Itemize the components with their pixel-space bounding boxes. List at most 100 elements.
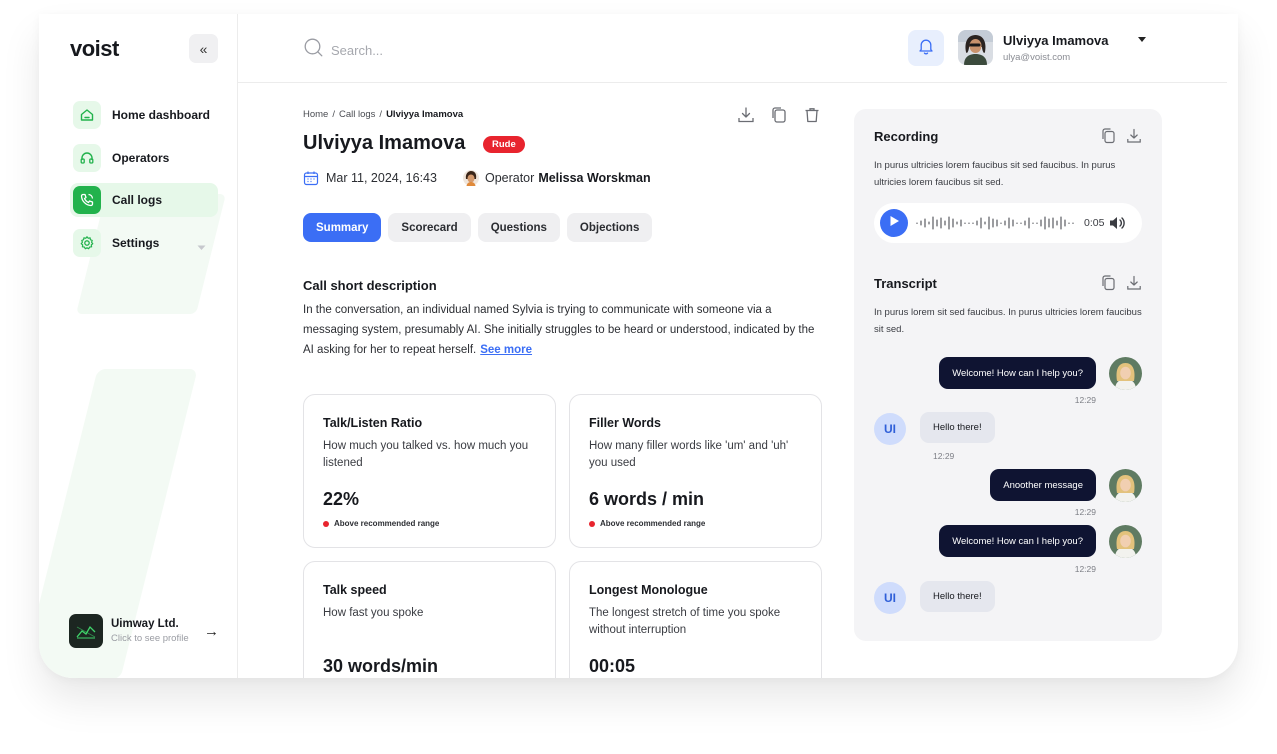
metric-status-text: Above recommended range bbox=[600, 519, 706, 528]
metric-title: Longest Monologue bbox=[589, 583, 708, 597]
company-logo-icon bbox=[69, 614, 103, 648]
breadcrumb: Home / Call logs / Ulviyya Imamova bbox=[303, 109, 464, 120]
copy-icon[interactable] bbox=[1100, 128, 1116, 144]
top-bar: Search... Ulviyya Imamova ulya@voist.com bbox=[238, 14, 1227, 83]
operator: Operator Melissa Worskman bbox=[462, 170, 651, 186]
breadcrumb-current: Ulviyya Imamova bbox=[386, 109, 464, 120]
tab-scorecard[interactable]: Scorecard bbox=[388, 213, 471, 242]
tab-objections[interactable]: Objections bbox=[566, 213, 653, 242]
download-icon[interactable] bbox=[1126, 275, 1142, 291]
user-menu[interactable]: Ulviyya Imamova ulya@voist.com bbox=[958, 30, 1146, 65]
metric-description: How much you talked vs. how much you lis… bbox=[323, 440, 529, 469]
company-subtitle: Click to see profile bbox=[111, 633, 189, 644]
metric-card-talk-listen-ratio: Talk/Listen Ratio How much you talked vs… bbox=[303, 394, 556, 548]
headset-icon bbox=[73, 143, 101, 172]
metric-card-longest-monologue: Longest Monologue The longest stretch of… bbox=[569, 561, 822, 678]
description-body: In the conversation, an individual named… bbox=[303, 304, 815, 356]
user-avatar: UI bbox=[874, 413, 906, 445]
calendar-icon bbox=[303, 170, 319, 186]
search-icon bbox=[304, 38, 323, 62]
message-time: 12:29 bbox=[933, 451, 955, 461]
user-avatar: UI bbox=[874, 582, 906, 614]
notifications-button[interactable] bbox=[908, 30, 944, 66]
metric-status: Above recommended range bbox=[323, 519, 536, 528]
metric-description: How many filler words like 'um' and 'uh'… bbox=[589, 440, 789, 469]
sidebar-nav: Home dashboard Operators Call logs Setti… bbox=[70, 98, 218, 268]
metric-status: Above recommended range bbox=[589, 519, 802, 528]
call-tabs: Summary Scorecard Questions Objections bbox=[303, 213, 659, 242]
metric-title: Filler Words bbox=[589, 416, 662, 430]
phone-icon bbox=[73, 186, 101, 214]
call-meta: Mar 11, 2024, 16:43 Operator Melissa Wor… bbox=[303, 170, 651, 186]
search-input[interactable]: Search... bbox=[304, 38, 383, 62]
sidebar-item-settings[interactable]: Settings bbox=[70, 226, 218, 260]
operator-label: Operator bbox=[484, 171, 535, 185]
sidebar-item-operators[interactable]: Operators bbox=[70, 141, 218, 175]
message-time: 12:29 bbox=[1074, 564, 1096, 574]
sidebar-item-label: Call logs bbox=[112, 193, 163, 207]
metric-card-filler-words: Filler Words How many filler words like … bbox=[569, 394, 822, 548]
app-logo: voist bbox=[70, 36, 119, 61]
metric-value: 30 words/min bbox=[323, 656, 439, 676]
tab-questions[interactable]: Questions bbox=[477, 213, 560, 242]
sidebar-item-label: Settings bbox=[112, 235, 160, 250]
waveform[interactable] bbox=[915, 213, 1079, 233]
playback-time: 0:05 bbox=[1084, 217, 1105, 229]
caret-down-icon[interactable] bbox=[1138, 37, 1146, 42]
sidebar: voist « Home dashboard Operators Call lo… bbox=[39, 14, 238, 678]
metric-value: 6 words / min bbox=[589, 489, 705, 509]
copy-icon[interactable] bbox=[770, 106, 788, 124]
company-profile-link[interactable]: Uimway Ltd. Click to see profile → bbox=[69, 614, 219, 648]
see-more-link[interactable]: See more bbox=[480, 344, 532, 356]
recording-title: Recording bbox=[874, 129, 939, 144]
search-placeholder: Search... bbox=[331, 42, 384, 58]
avatar bbox=[958, 30, 993, 65]
agent-avatar bbox=[1109, 469, 1142, 502]
metric-description: The longest stretch of time you spoke wi… bbox=[589, 607, 781, 636]
transcript-actions bbox=[1090, 275, 1142, 291]
tab-summary[interactable]: Summary bbox=[303, 213, 382, 242]
volume-icon[interactable] bbox=[1109, 216, 1126, 230]
arrow-right-icon[interactable]: → bbox=[204, 623, 219, 640]
user-email: ulya@voist.com bbox=[1003, 51, 1071, 63]
transcript-title: Transcript bbox=[874, 276, 937, 291]
double-chevron-left-icon: « bbox=[199, 40, 208, 57]
recording-description: In purus ultricies lorem faucibus sit se… bbox=[874, 160, 1116, 188]
page-title: Ulviyya Imamova bbox=[303, 132, 466, 154]
metric-title: Talk/Listen Ratio bbox=[323, 416, 423, 430]
breadcrumb-home[interactable]: Home bbox=[303, 109, 328, 120]
app-window: voist « Home dashboard Operators Call lo… bbox=[39, 14, 1238, 678]
collapse-sidebar-button[interactable]: « bbox=[189, 34, 218, 63]
message-bubble: Hello there! bbox=[920, 581, 995, 612]
operator-avatar bbox=[462, 170, 479, 186]
play-button[interactable] bbox=[880, 209, 908, 237]
download-icon[interactable] bbox=[1126, 128, 1142, 144]
sidebar-item-home-dashboard[interactable]: Home dashboard bbox=[70, 98, 218, 132]
user-name: Ulviyya Imamova bbox=[1003, 32, 1109, 48]
gear-icon bbox=[73, 228, 101, 257]
download-icon[interactable] bbox=[737, 106, 755, 124]
audio-player: 0:05 bbox=[874, 203, 1142, 243]
call-actions bbox=[737, 106, 823, 124]
sidebar-item-label: Operators bbox=[112, 150, 170, 165]
breadcrumb-call-logs[interactable]: Call logs bbox=[339, 109, 375, 120]
transcript-description: In purus lorem sit sed faucibus. In puru… bbox=[874, 307, 1142, 335]
chevron-down-icon[interactable] bbox=[197, 238, 206, 256]
trash-icon[interactable] bbox=[803, 106, 821, 124]
play-icon bbox=[889, 214, 900, 232]
status-dot-icon bbox=[323, 520, 329, 527]
call-datetime: Mar 11, 2024, 16:43 bbox=[326, 171, 437, 185]
recording-actions bbox=[1090, 128, 1142, 144]
operator-name: Melissa Worskman bbox=[538, 171, 651, 185]
metric-title: Talk speed bbox=[323, 583, 387, 597]
sidebar-item-label: Home dashboard bbox=[112, 108, 211, 122]
metric-card-talk-speed: Talk speed How fast you spoke 30 words/m… bbox=[303, 561, 556, 678]
message-bubble: Anoother message bbox=[990, 469, 1096, 501]
metric-value: 00:05 bbox=[589, 656, 636, 676]
status-badge: Rude bbox=[483, 136, 525, 153]
message-bubble: Welcome! How can I help you? bbox=[939, 525, 1096, 557]
copy-icon[interactable] bbox=[1100, 275, 1116, 291]
sidebar-item-call-logs[interactable]: Call logs bbox=[70, 183, 218, 217]
description-text: In the conversation, an individual named… bbox=[303, 300, 821, 360]
metric-status-text: Above recommended range bbox=[334, 519, 440, 528]
